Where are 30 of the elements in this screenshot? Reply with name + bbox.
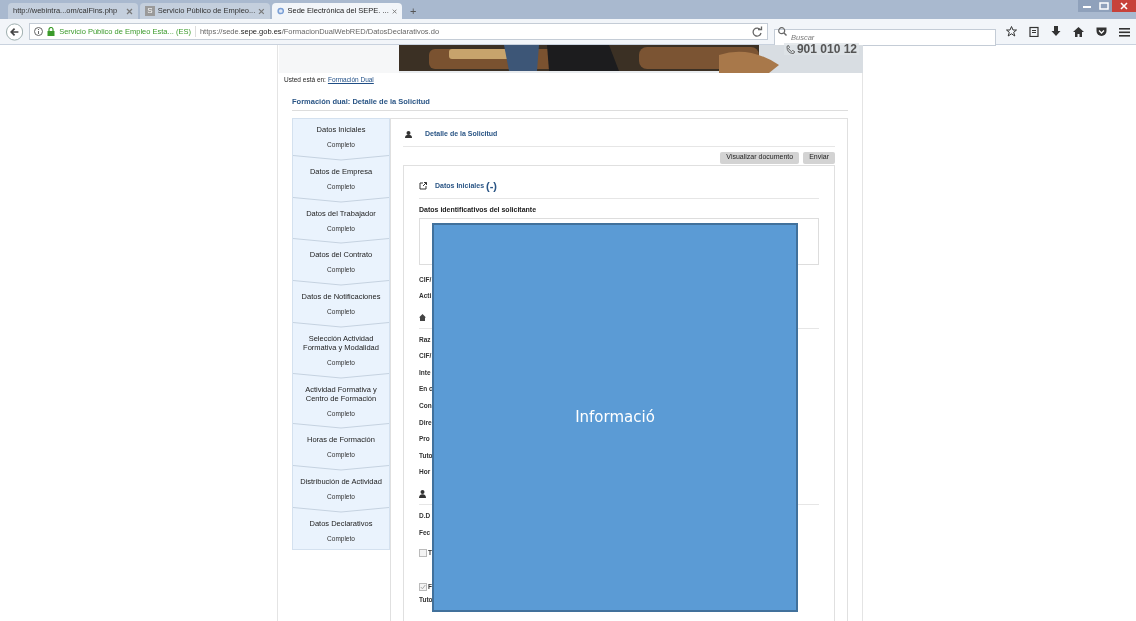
pocket-icon[interactable]: [1096, 26, 1107, 37]
overlay-text: Informació: [575, 407, 655, 429]
minimize-icon: [1078, 0, 1096, 12]
close-icon[interactable]: [258, 7, 265, 15]
phone-icon: [785, 44, 795, 54]
info-icon: [34, 27, 44, 36]
checkbox[interactable]: [419, 582, 427, 591]
clipboard-icon[interactable]: [1029, 26, 1039, 37]
person-icon: [405, 130, 412, 138]
globe-icon: [277, 6, 285, 16]
favicon-letter: S: [145, 6, 155, 16]
close-icon[interactable]: [1112, 0, 1136, 12]
maximize-icon: [1096, 0, 1112, 12]
download-icon[interactable]: [1051, 26, 1061, 37]
close-icon[interactable]: [391, 7, 397, 15]
phone-number: 901 010 12: [796, 43, 857, 55]
collapse-toggle[interactable]: (-): [486, 177, 498, 194]
home-icon[interactable]: [1073, 26, 1084, 37]
new-tab-button[interactable]: +: [410, 4, 417, 18]
search-icon: [778, 27, 787, 36]
reload-icon[interactable]: [751, 25, 763, 38]
home-icon: [419, 314, 426, 322]
person-icon: [419, 490, 426, 499]
external-link-icon: [419, 181, 427, 190]
lock-icon: [47, 27, 56, 36]
close-icon[interactable]: [126, 7, 133, 15]
star-icon[interactable]: [1006, 26, 1017, 37]
menu-icon[interactable]: [1119, 26, 1130, 37]
checkbox[interactable]: [419, 548, 427, 557]
back-icon[interactable]: [6, 22, 24, 41]
